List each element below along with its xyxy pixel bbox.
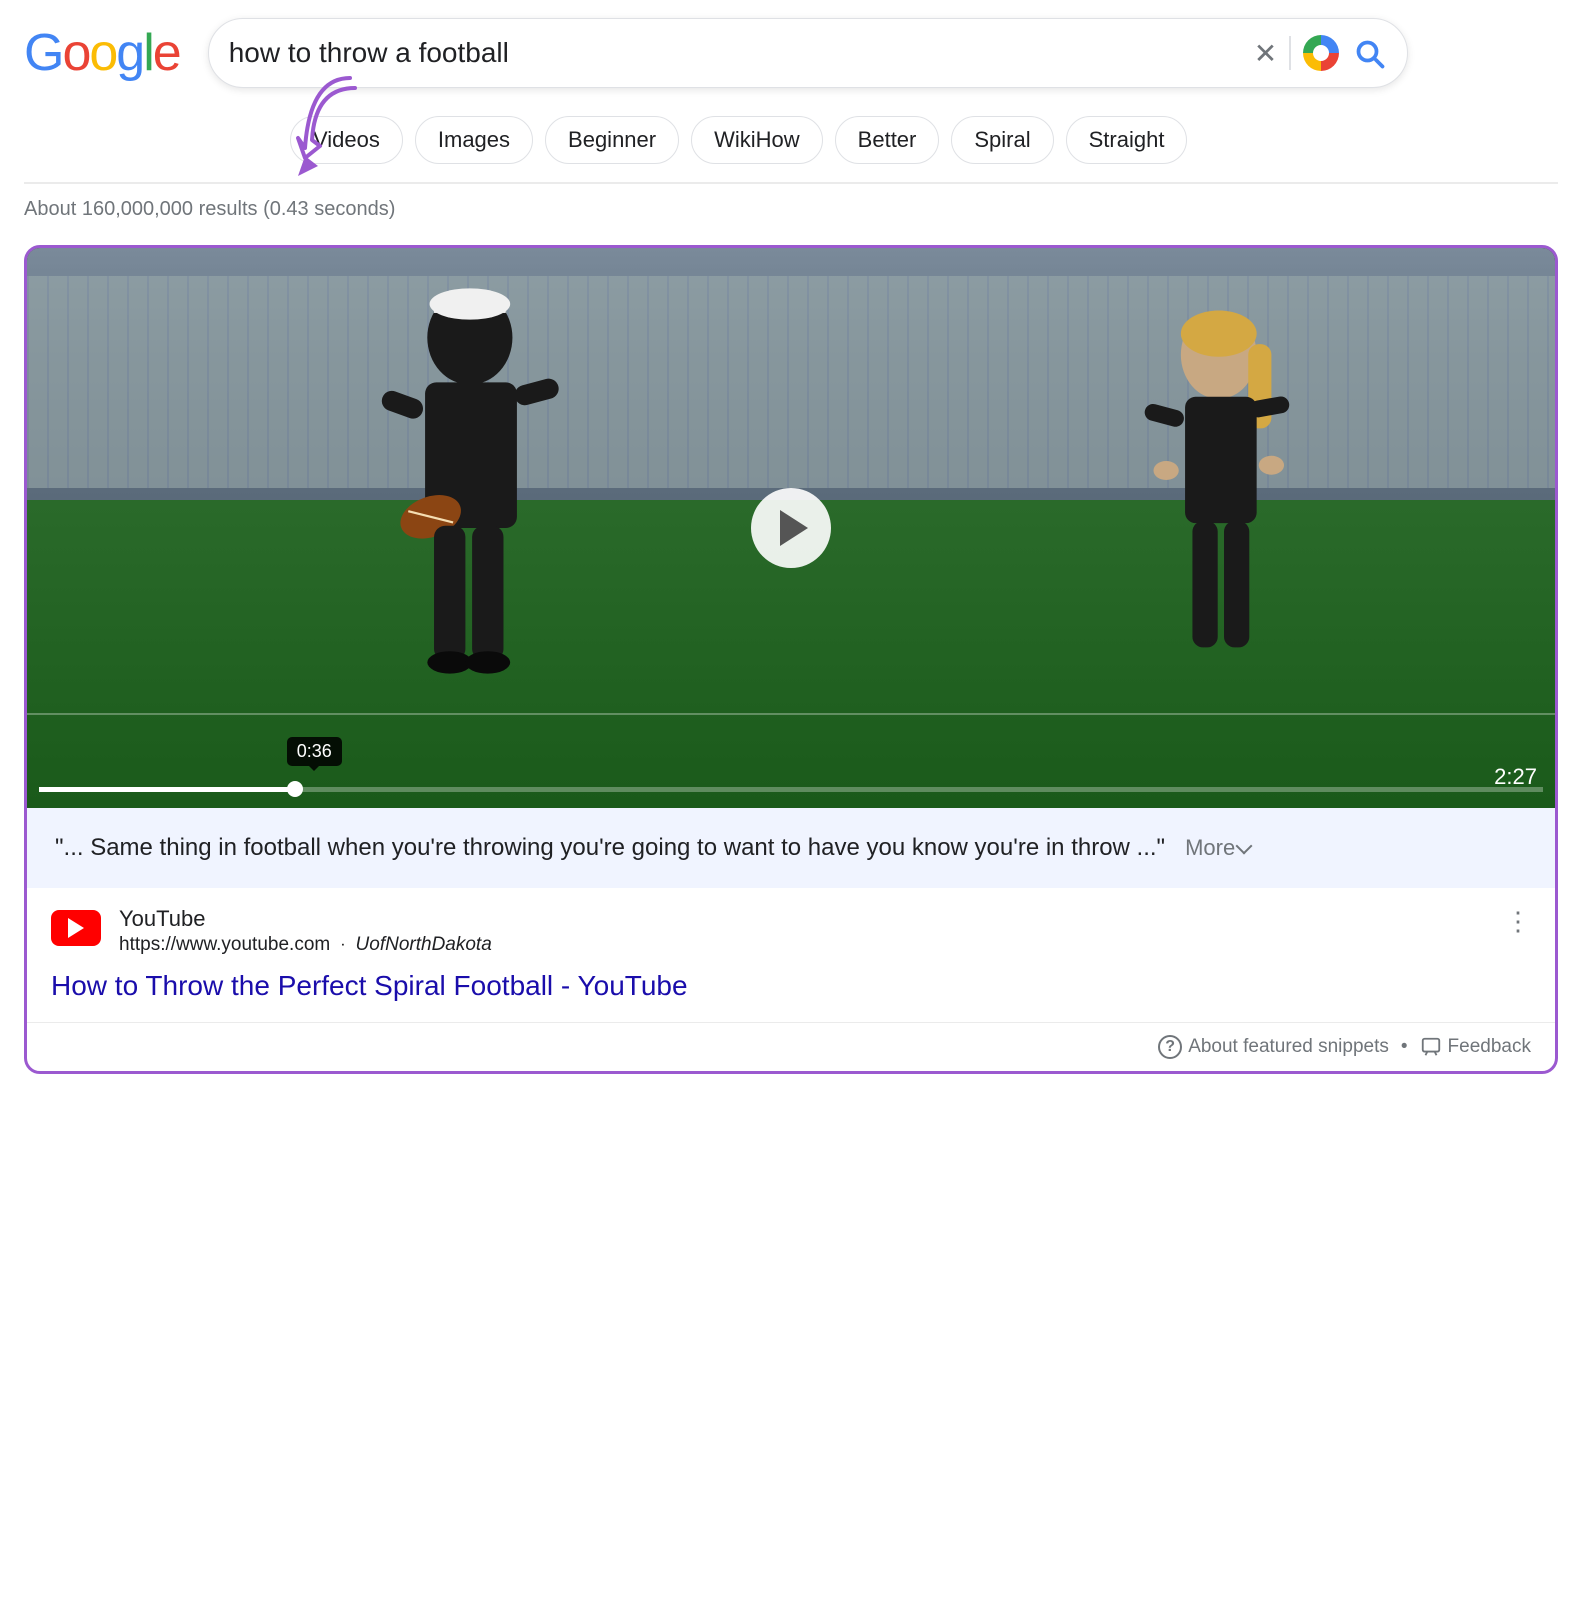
arrow-annotation xyxy=(290,68,380,193)
google-logo: Google xyxy=(24,23,180,83)
video-container[interactable]: 0:36 2:27 xyxy=(27,248,1555,808)
source-author: UofNorthDakota xyxy=(356,934,492,956)
youtube-play-icon xyxy=(68,918,84,938)
featured-snippet: 0:36 2:27 "... Same thing in football wh… xyxy=(24,245,1558,1074)
source-row: YouTube https://www.youtube.com · UofNor… xyxy=(27,888,1555,966)
person-left-svg xyxy=(149,248,791,808)
person-right xyxy=(959,281,1479,807)
results-count-text: About 160,000,000 results (0.43 seconds) xyxy=(24,198,395,220)
chip-beginner[interactable]: Beginner xyxy=(545,116,679,164)
logo-g2: g xyxy=(116,23,143,83)
play-button[interactable] xyxy=(751,488,831,568)
transcript-area: "... Same thing in football when you're … xyxy=(27,808,1555,888)
feedback-link[interactable]: Feedback xyxy=(1420,1036,1531,1058)
three-dots-icon: ⋮ xyxy=(1505,906,1531,937)
source-url: https://www.youtube.com xyxy=(119,934,330,956)
source-url-row: https://www.youtube.com · UofNorthDakota xyxy=(119,934,1487,956)
three-dots-button[interactable]: ⋮ xyxy=(1505,906,1531,937)
results-count: About 160,000,000 results (0.43 seconds) xyxy=(0,184,1582,235)
more-button[interactable]: More xyxy=(1185,835,1250,861)
chevron-down-icon xyxy=(1236,837,1253,854)
divider xyxy=(1289,36,1291,70)
person-left xyxy=(149,248,791,808)
search-icon xyxy=(1351,35,1387,71)
header: Google how to throw a football ✕ xyxy=(0,0,1582,98)
source-name: YouTube xyxy=(119,906,1487,932)
logo-o1: o xyxy=(62,23,89,83)
arrow-icon xyxy=(290,68,380,188)
about-label: About featured snippets xyxy=(1188,1036,1389,1058)
chip-wikihow[interactable]: WikiHow xyxy=(691,116,823,164)
logo-o2: o xyxy=(89,23,116,83)
source-meta: YouTube https://www.youtube.com · UofNor… xyxy=(119,906,1487,956)
footer-separator: • xyxy=(1401,1036,1408,1058)
search-input[interactable]: how to throw a football xyxy=(229,37,1242,69)
search-bar-wrapper: how to throw a football ✕ xyxy=(208,18,1408,88)
play-icon xyxy=(780,510,808,546)
close-icon: ✕ xyxy=(1254,37,1277,70)
logo-g1: G xyxy=(24,23,62,83)
url-separator: · xyxy=(340,936,345,954)
logo-e: e xyxy=(153,23,180,83)
logo-l: l xyxy=(143,23,153,83)
clear-button[interactable]: ✕ xyxy=(1254,37,1277,70)
snippet-footer: ? About featured snippets • Feedback xyxy=(27,1022,1555,1071)
feedback-label: Feedback xyxy=(1448,1036,1531,1058)
lens-button[interactable] xyxy=(1303,35,1339,71)
search-button[interactable] xyxy=(1351,35,1387,71)
chips-row: Videos Images Beginner WikiHow Better Sp… xyxy=(0,98,1582,182)
result-title-link[interactable]: How to Throw the Perfect Spiral Football… xyxy=(27,966,1555,1022)
chip-straight[interactable]: Straight xyxy=(1066,116,1188,164)
chip-better[interactable]: Better xyxy=(835,116,940,164)
person-right-svg xyxy=(959,281,1479,807)
more-label: More xyxy=(1185,835,1235,861)
search-bar: how to throw a football ✕ xyxy=(208,18,1408,88)
transcript-content: "... Same thing in football when you're … xyxy=(55,834,1165,861)
chip-images[interactable]: Images xyxy=(415,116,533,164)
question-icon: ? xyxy=(1158,1035,1182,1059)
feedback-icon xyxy=(1420,1036,1442,1058)
chip-spiral[interactable]: Spiral xyxy=(951,116,1053,164)
about-featured-snippets-link[interactable]: ? About featured snippets xyxy=(1158,1035,1389,1059)
youtube-icon xyxy=(51,910,101,946)
lens-icon xyxy=(1303,35,1339,71)
transcript-text: "... Same thing in football when you're … xyxy=(55,830,1527,866)
